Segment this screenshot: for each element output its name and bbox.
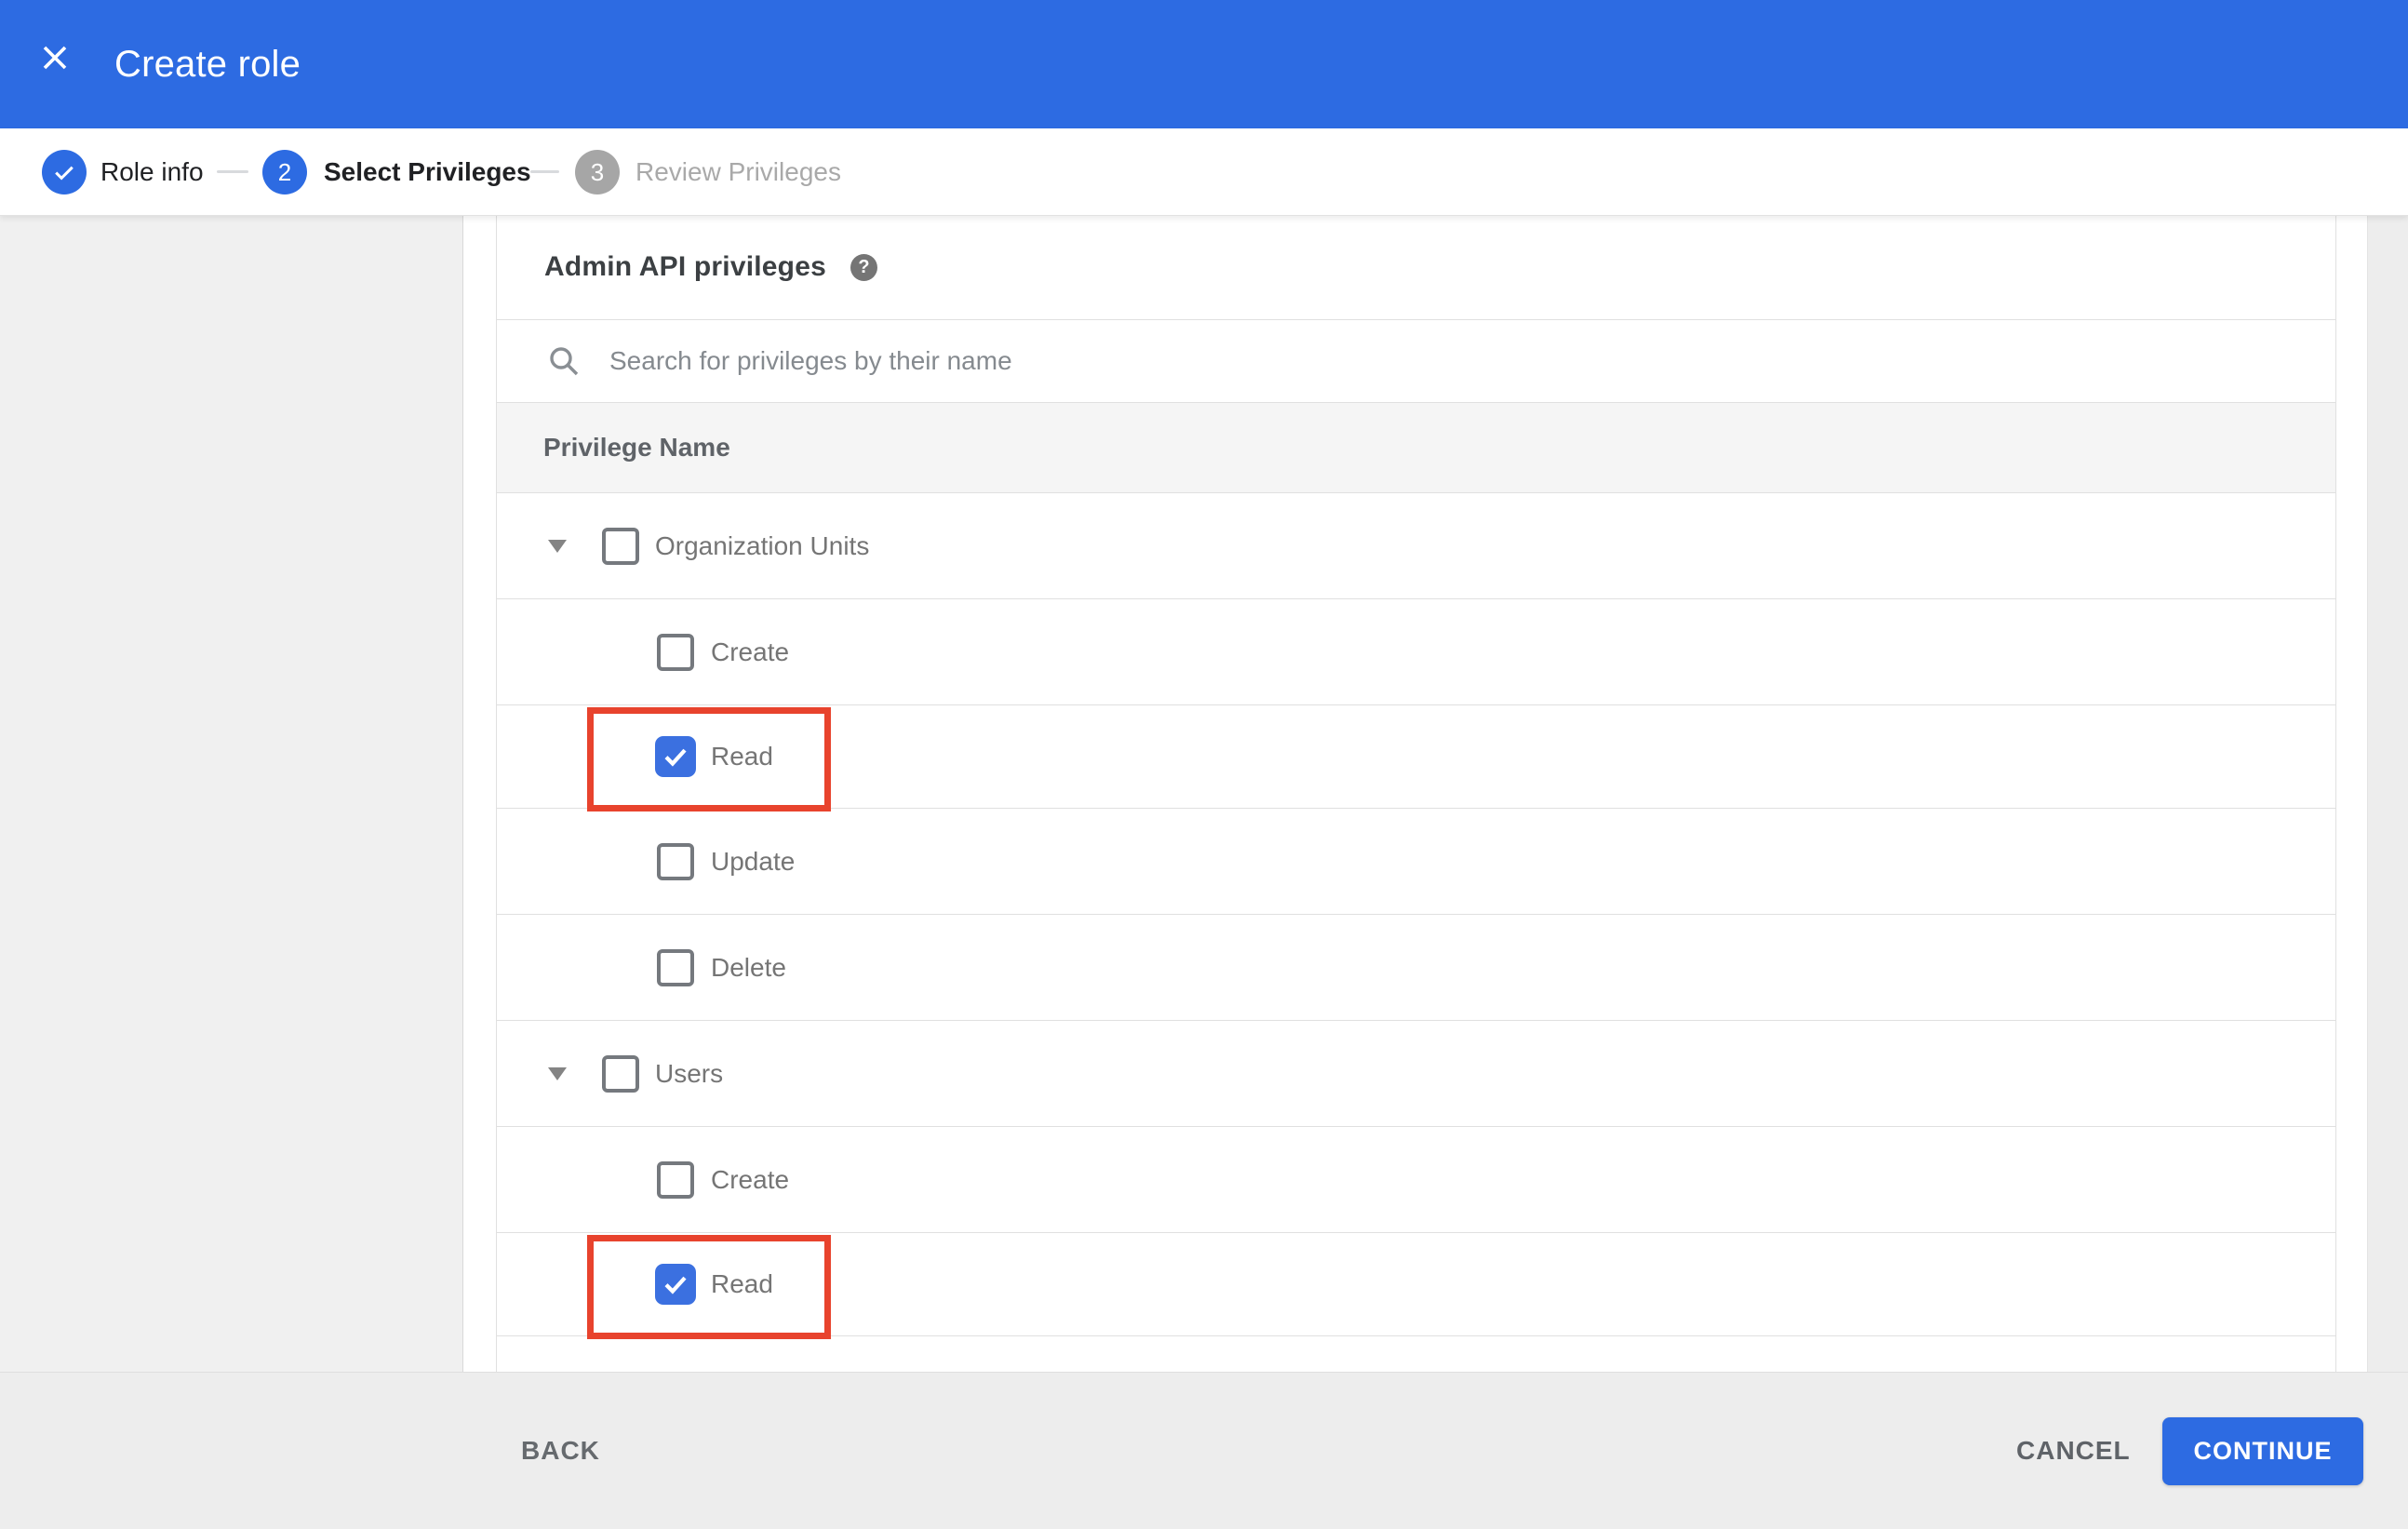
search-icon bbox=[550, 347, 579, 376]
step-1-label[interactable]: Role info bbox=[100, 128, 204, 215]
search-bar bbox=[497, 320, 2335, 403]
step-2-number: 2 bbox=[277, 157, 292, 186]
step-divider bbox=[217, 170, 248, 173]
table-row-partial bbox=[497, 1336, 2335, 1371]
collapse-caret-icon[interactable] bbox=[548, 1066, 567, 1080]
back-button[interactable]: BACK bbox=[521, 1373, 600, 1529]
row-checkbox[interactable] bbox=[655, 736, 696, 777]
privileges-card: Admin API privileges ? Privilege Name Or… bbox=[496, 215, 2336, 1372]
check-icon bbox=[55, 166, 74, 181]
row-label: Create bbox=[711, 1164, 790, 1194]
dialog-title: Create role bbox=[114, 43, 301, 85]
row-checkbox[interactable] bbox=[657, 948, 694, 986]
row-label: Delete bbox=[711, 952, 786, 982]
table-row: Organization Units bbox=[497, 493, 2335, 599]
search-input[interactable] bbox=[608, 345, 2007, 377]
row-label: Update bbox=[711, 846, 796, 876]
step-3-number: 3 bbox=[590, 157, 605, 186]
highlight-box bbox=[587, 707, 831, 811]
row-checkbox[interactable] bbox=[657, 842, 694, 880]
row-checkbox[interactable] bbox=[602, 527, 639, 565]
row-checkbox[interactable] bbox=[657, 1160, 694, 1199]
cancel-button[interactable]: CANCEL bbox=[2016, 1373, 2131, 1529]
close-icon[interactable] bbox=[38, 41, 72, 74]
row-label: Users bbox=[655, 1058, 724, 1088]
highlight-box bbox=[587, 1235, 831, 1339]
step-1-circle[interactable] bbox=[42, 150, 87, 194]
left-side-panel bbox=[0, 215, 463, 1372]
help-icon[interactable]: ? bbox=[849, 253, 877, 281]
step-3-circle[interactable]: 3 bbox=[575, 150, 620, 194]
table-row: Create bbox=[497, 599, 2335, 705]
step-2-label[interactable]: Select Privileges bbox=[324, 128, 531, 215]
collapse-caret-icon[interactable] bbox=[548, 539, 567, 553]
table-row: Users bbox=[497, 1021, 2335, 1127]
table-row: Read bbox=[497, 1233, 2335, 1339]
section-title: Admin API privileges bbox=[544, 251, 826, 282]
step-3-label[interactable]: Review Privileges bbox=[635, 128, 841, 215]
table-header: Privilege Name bbox=[497, 403, 2335, 493]
row-checkbox[interactable] bbox=[657, 633, 694, 671]
step-2-circle[interactable]: 2 bbox=[262, 150, 307, 194]
continue-button[interactable]: CONTINUE bbox=[2162, 1417, 2363, 1485]
step-divider bbox=[530, 170, 559, 173]
row-label: Read bbox=[711, 1269, 773, 1298]
footer-bar: BACK CANCEL CONTINUE bbox=[0, 1372, 2408, 1529]
row-checkbox[interactable] bbox=[655, 1264, 696, 1305]
scrollbar-track[interactable] bbox=[2367, 215, 2408, 1372]
table-row: Update bbox=[497, 809, 2335, 915]
row-label: Read bbox=[711, 742, 773, 771]
row-checkbox[interactable] bbox=[602, 1054, 639, 1093]
table-row: Read bbox=[497, 705, 2335, 811]
row-label: Organization Units bbox=[655, 530, 870, 560]
table-row: Create bbox=[497, 1127, 2335, 1233]
table-header-label: Privilege Name bbox=[543, 433, 730, 462]
appbar: Create role bbox=[0, 0, 2408, 128]
stepper: Role info 2 Select Privileges 3 Review P… bbox=[0, 128, 2408, 216]
card-header: Admin API privileges ? bbox=[497, 215, 2335, 320]
table-row: Delete bbox=[497, 915, 2335, 1021]
row-label: Create bbox=[711, 637, 790, 666]
